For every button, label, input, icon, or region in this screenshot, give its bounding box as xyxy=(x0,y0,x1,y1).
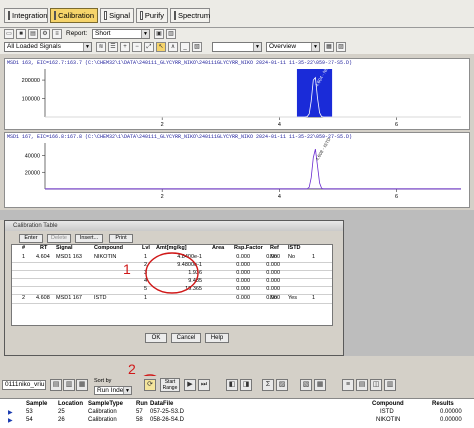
sequence-file-select[interactable]: 0111niko_vriu xyxy=(2,380,46,390)
cell-sample: 54 xyxy=(26,417,33,423)
cell-run: 58 xyxy=(136,417,143,423)
cell-sample: 53 xyxy=(26,409,33,415)
col-header-results: Results xyxy=(432,401,454,407)
cell-datafile: 058-26-S4.D xyxy=(150,417,185,423)
table-row[interactable]: NIKOTIN 0.00000 xyxy=(360,417,472,424)
cell-compound: ISTD xyxy=(380,409,394,415)
row-arrow-icon: ▶ xyxy=(8,418,13,424)
cell-result: 0.00000 xyxy=(440,409,462,415)
col-header-compound: Compound xyxy=(372,401,404,407)
chart-icon[interactable]: ▨ xyxy=(276,379,288,391)
col-header-sample: Sample xyxy=(26,401,48,407)
table-row[interactable]: ▶ 54 26 Calibration 58 058-26-S4.D xyxy=(8,417,208,424)
cell-run: 57 xyxy=(136,409,143,415)
recalibrate-icon[interactable]: ⟳ xyxy=(144,379,156,391)
cell-datafile: 057-25-S3.D xyxy=(150,409,185,415)
sort-label: Sort by xyxy=(94,378,112,384)
sample-icon[interactable]: ◧ xyxy=(226,379,238,391)
annotation-two: 2 xyxy=(128,361,136,377)
load-icon[interactable]: ▤ xyxy=(50,379,62,391)
batch-icon[interactable]: ▥ xyxy=(63,379,75,391)
annotation-one: 1 xyxy=(123,261,131,277)
sequence-controls: 0111niko_vriu ▤ ▥ ▦ Sort by Run Index ▼ … xyxy=(0,376,474,398)
table-icon[interactable]: ▦ xyxy=(76,379,88,391)
cell-location: 26 xyxy=(58,417,65,423)
batch-report-icon[interactable]: ▤ xyxy=(356,379,368,391)
calc-icon[interactable]: Σ xyxy=(262,379,274,391)
chevron-down-icon: ▼ xyxy=(123,387,131,394)
table-row[interactable]: ▶ 53 25 Calibration 57 057-25-S3.D xyxy=(8,409,208,416)
table-row[interactable]: ISTD 0.00000 xyxy=(360,409,472,416)
cell-sampletype: Calibration xyxy=(88,417,117,423)
last-icon[interactable]: ⏭ xyxy=(198,379,210,391)
grid-view-icon[interactable]: ▦ xyxy=(314,379,326,391)
col-header-sampletype: SampleType xyxy=(88,401,123,407)
next-icon[interactable]: ▶ xyxy=(184,379,196,391)
cell-result: 0.00000 xyxy=(440,417,462,423)
row-arrow-icon: ▶ xyxy=(8,410,13,416)
report-view-icon[interactable]: ▧ xyxy=(300,379,312,391)
list-icon[interactable]: ≡ xyxy=(342,379,354,391)
start-button[interactable]: Start Range xyxy=(160,378,180,392)
overlay-samples-icon[interactable]: ◨ xyxy=(240,379,252,391)
col-header-location: Location xyxy=(58,401,83,407)
sort-select[interactable]: Run Index ▼ xyxy=(94,386,132,395)
cell-location: 25 xyxy=(58,409,65,415)
annotation-overlay: 1 2 xyxy=(123,252,199,394)
cell-compound: NIKOTIN xyxy=(376,417,401,423)
col-header-run: Run xyxy=(136,401,148,407)
batch-tables: Sample Location SampleType Run DataFile … xyxy=(0,398,474,428)
compound-icon[interactable]: ◫ xyxy=(370,379,382,391)
highlight-ellipse xyxy=(145,252,199,294)
summary-icon[interactable]: ▥ xyxy=(384,379,396,391)
cell-sampletype: Calibration xyxy=(88,409,117,415)
col-header-datafile: DataFile xyxy=(150,401,174,407)
